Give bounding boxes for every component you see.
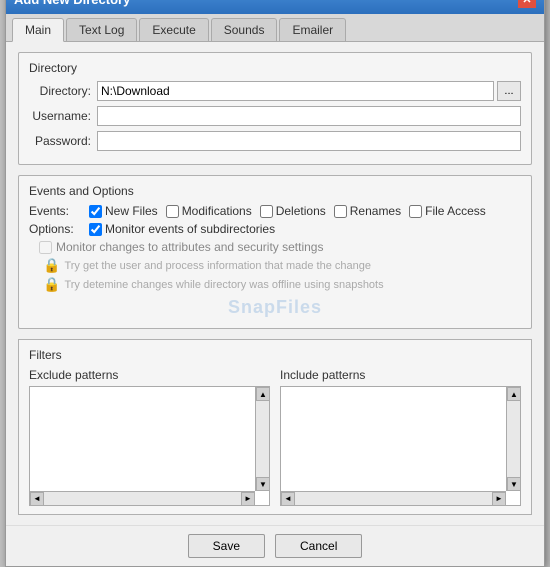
bottom-bar: Save Cancel xyxy=(6,525,544,566)
tab-sounds[interactable]: Sounds xyxy=(211,18,278,41)
events-row: Events: New Files Modifications Deletion… xyxy=(29,204,521,218)
include-col: Include patterns ▲ ▼ ◄ ► xyxy=(280,368,521,506)
filters-section: Filters Exclude patterns ▲ ▼ ◄ ► xyxy=(18,339,532,515)
include-label: Include patterns xyxy=(280,368,521,382)
exclude-scroll-down[interactable]: ▼ xyxy=(256,477,270,491)
exclude-col: Exclude patterns ▲ ▼ ◄ ► xyxy=(29,368,270,506)
password-label: Password: xyxy=(29,134,97,148)
exclude-scroll-left[interactable]: ◄ xyxy=(30,492,44,506)
tab-execute[interactable]: Execute xyxy=(139,18,208,41)
save-button[interactable]: Save xyxy=(188,534,265,558)
lock-icon-2: 🔒 xyxy=(43,276,60,293)
username-field-row: Username: xyxy=(29,106,521,126)
username-input[interactable] xyxy=(97,106,521,126)
exclude-label: Exclude patterns xyxy=(29,368,270,382)
option-monitor-subdirs[interactable]: Monitor events of subdirectories xyxy=(89,222,275,236)
options-row: Options: Monitor events of subdirectorie… xyxy=(29,222,521,236)
icon-row-1: 🔒 Try get the user and process informati… xyxy=(43,257,521,274)
event-file-access[interactable]: File Access xyxy=(409,204,486,218)
main-content: Directory Directory: ... Username: Passw… xyxy=(6,42,544,525)
include-scroll-left[interactable]: ◄ xyxy=(281,492,295,506)
include-patterns-input[interactable] xyxy=(281,387,506,505)
window-title: Add New Directory xyxy=(14,0,130,7)
exclude-scroll-right[interactable]: ► xyxy=(241,492,255,506)
close-button[interactable]: ✕ xyxy=(518,0,536,8)
password-field-row: Password: xyxy=(29,131,521,151)
tab-textlog[interactable]: Text Log xyxy=(66,18,137,41)
tab-main[interactable]: Main xyxy=(12,18,64,42)
event-modifications[interactable]: Modifications xyxy=(166,204,252,218)
title-bar: Add New Directory ✕ xyxy=(6,0,544,14)
browse-button[interactable]: ... xyxy=(497,81,521,101)
event-deletions[interactable]: Deletions xyxy=(260,204,326,218)
exclude-patterns-input[interactable] xyxy=(30,387,255,505)
directory-input[interactable] xyxy=(97,81,494,101)
exclude-scrollbar-h[interactable]: ◄ ► xyxy=(30,491,255,505)
directory-label: Directory: xyxy=(29,84,97,98)
events-label: Events: xyxy=(29,204,87,218)
event-new-files[interactable]: New Files xyxy=(89,204,158,218)
cancel-button[interactable]: Cancel xyxy=(275,534,362,558)
include-scroll-up[interactable]: ▲ xyxy=(507,387,521,401)
username-label: Username: xyxy=(29,109,97,123)
main-window: Add New Directory ✕ Main Text Log Execut… xyxy=(5,0,545,567)
exclude-textarea-wrap: ▲ ▼ ◄ ► xyxy=(29,386,270,506)
directory-section: Directory Directory: ... Username: Passw… xyxy=(18,52,532,165)
option-monitor-attrs: Monitor changes to attributes and securi… xyxy=(39,240,521,254)
include-scrollbar-v[interactable]: ▲ ▼ xyxy=(506,387,520,491)
password-input[interactable] xyxy=(97,131,521,151)
tab-bar: Main Text Log Execute Sounds Emailer xyxy=(6,14,544,42)
lock-icon-1: 🔒 xyxy=(43,257,60,274)
directory-field-row: Directory: ... xyxy=(29,81,521,101)
watermark: SnapFiles xyxy=(29,295,521,320)
include-scroll-down[interactable]: ▼ xyxy=(507,477,521,491)
include-scrollbar-h[interactable]: ◄ ► xyxy=(281,491,506,505)
filters-title: Filters xyxy=(29,348,521,362)
directory-section-title: Directory xyxy=(29,61,521,75)
exclude-scroll-up[interactable]: ▲ xyxy=(256,387,270,401)
event-renames[interactable]: Renames xyxy=(334,204,401,218)
exclude-scrollbar-v[interactable]: ▲ ▼ xyxy=(255,387,269,491)
tab-emailer[interactable]: Emailer xyxy=(279,18,346,41)
include-scroll-right[interactable]: ► xyxy=(492,492,506,506)
events-section: Events and Options Events: New Files Mod… xyxy=(18,175,532,329)
icon-row-2: 🔒 Try detemine changes while directory w… xyxy=(43,276,521,293)
filters-row: Exclude patterns ▲ ▼ ◄ ► xyxy=(29,368,521,506)
options-label: Options: xyxy=(29,222,87,236)
include-textarea-wrap: ▲ ▼ ◄ ► xyxy=(280,386,521,506)
events-section-title: Events and Options xyxy=(29,184,521,198)
